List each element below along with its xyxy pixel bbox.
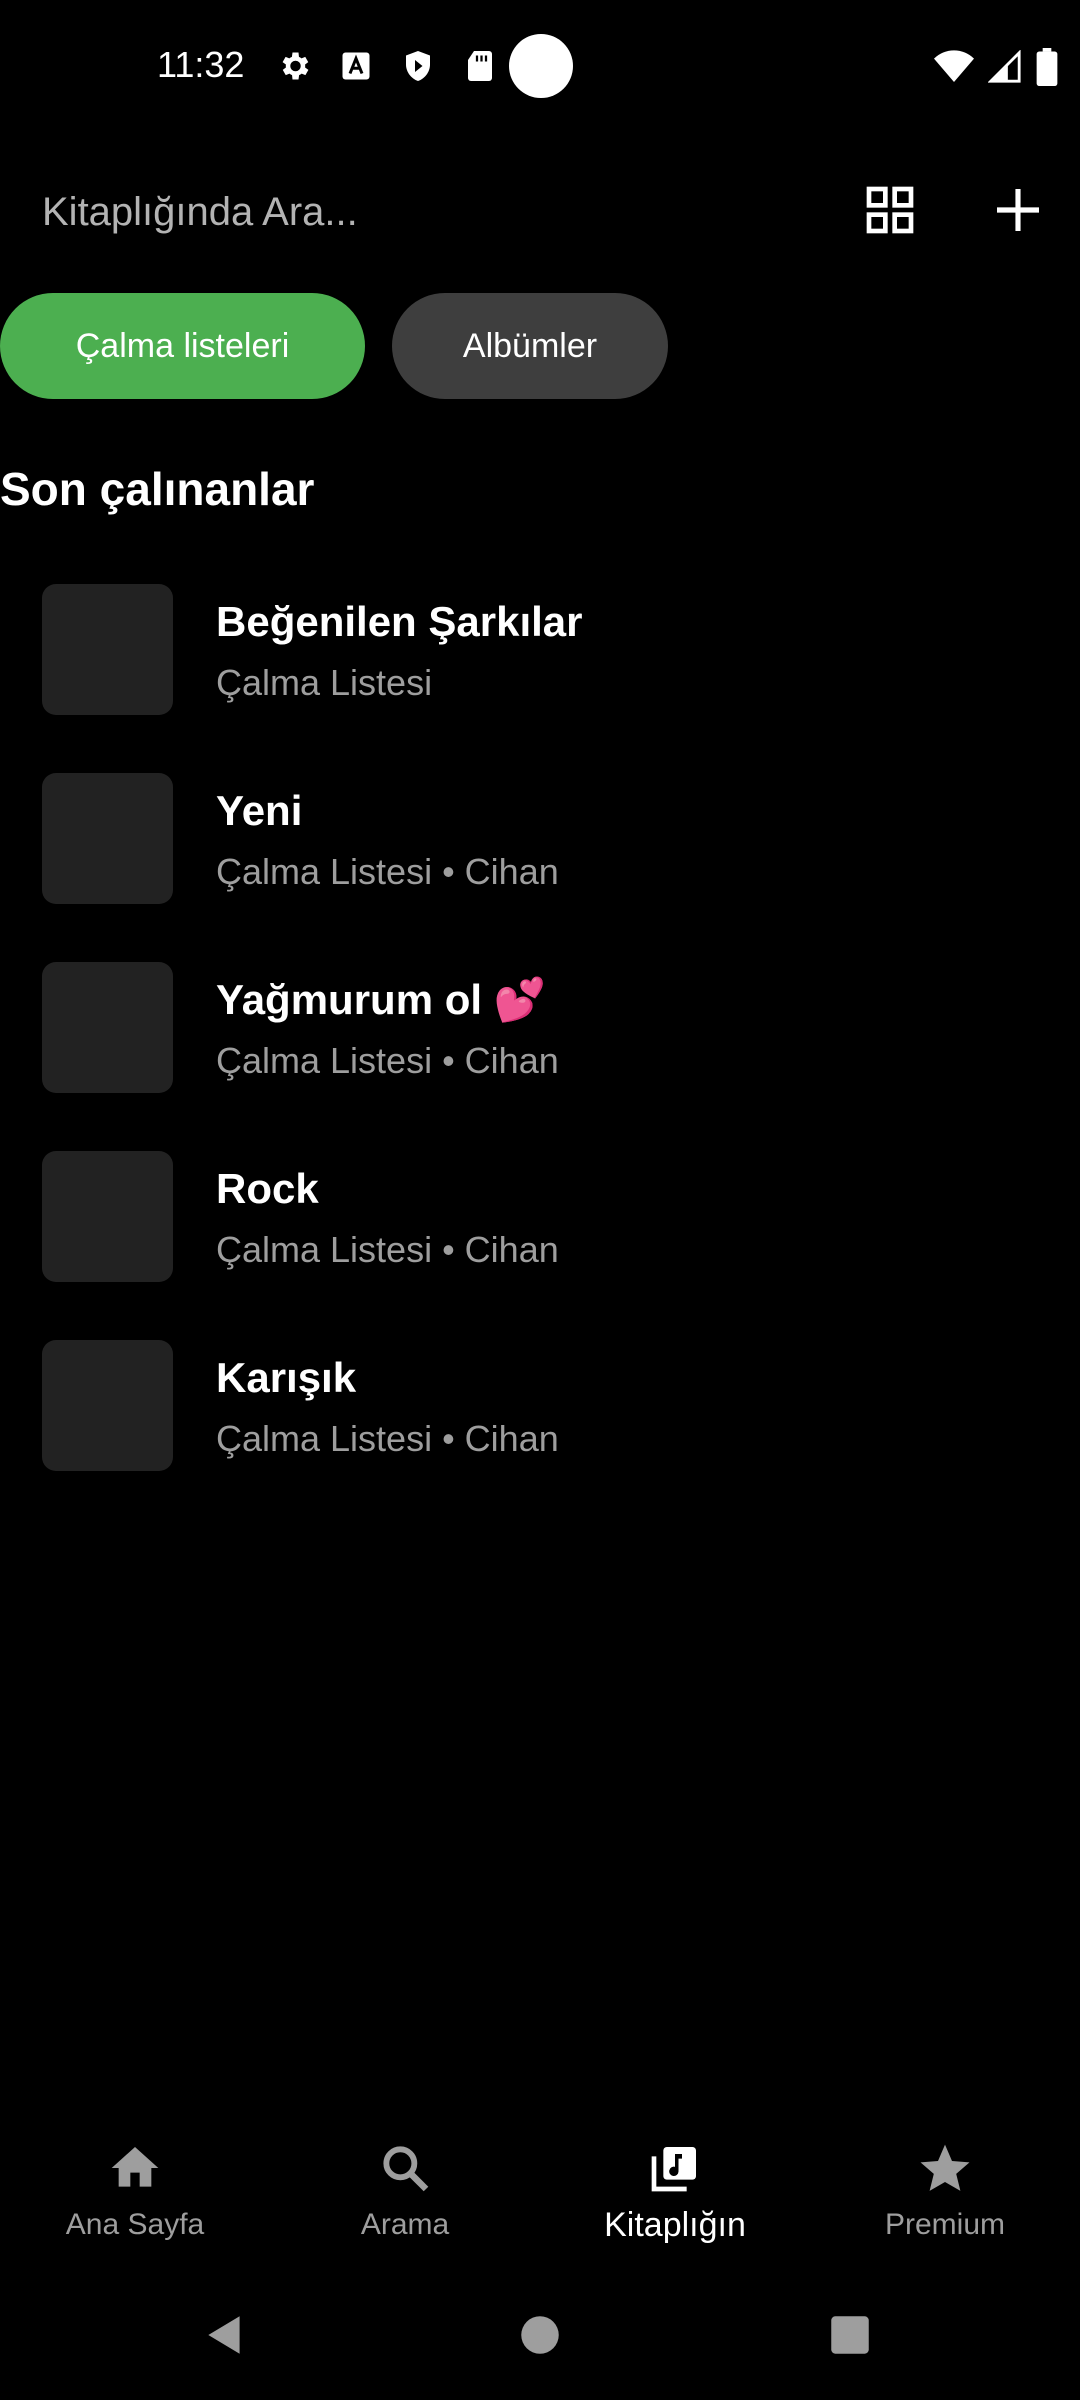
battery-icon <box>1036 48 1058 86</box>
add-icon[interactable] <box>990 182 1046 238</box>
status-bar: 11:32 <box>0 0 1080 135</box>
playlist-cover <box>42 773 173 904</box>
bottom-nav: Ana Sayfa Arama Kitaplığın Premium <box>0 2120 1080 2270</box>
item-title: Yeni <box>216 787 303 834</box>
nav-library-label: Kitaplığın <box>604 2206 746 2244</box>
system-nav-bar <box>0 2290 1080 2380</box>
library-search-input[interactable] <box>42 182 802 242</box>
cell-signal-icon <box>988 50 1021 83</box>
status-icons-right <box>934 48 1058 86</box>
back-icon[interactable] <box>200 2310 250 2360</box>
settings-icon <box>282 52 309 80</box>
camera-cutout <box>509 34 573 98</box>
list-item[interactable]: Rock Çalma Listesi • Cihan <box>0 1137 1080 1326</box>
list-item[interactable]: Yağmurum ol 💕 Çalma Listesi • Cihan <box>0 948 1080 1137</box>
sd-card-icon <box>468 51 492 81</box>
shield-play-icon <box>406 51 430 81</box>
item-title: Rock <box>216 1165 319 1212</box>
search-icon <box>383 2146 429 2192</box>
section-title: Son çalınanlar <box>0 463 315 515</box>
playlist-cover <box>42 1340 173 1471</box>
home-button-icon[interactable] <box>515 2310 565 2360</box>
item-subtitle: Çalma Listesi • Cihan <box>216 851 559 892</box>
item-subtitle: Çalma Listesi • Cihan <box>216 1040 559 1081</box>
list-item[interactable]: Beğenilen Şarkılar Çalma Listesi <box>0 570 1080 759</box>
item-title: Yağmurum ol 💕 <box>216 976 547 1023</box>
item-subtitle: Çalma Listesi • Cihan <box>216 1418 559 1459</box>
recent-list: Beğenilen Şarkılar Çalma Listesi Yeni Ça… <box>0 570 1080 1515</box>
wifi-icon <box>934 50 974 82</box>
item-title: Karışık <box>216 1354 357 1401</box>
nav-search[interactable]: Arama <box>295 2140 515 2260</box>
item-subtitle: Çalma Listesi <box>216 662 433 703</box>
status-time: 11:32 <box>157 44 245 85</box>
playlist-cover <box>42 584 173 715</box>
nav-home[interactable]: Ana Sayfa <box>25 2140 245 2260</box>
font-icon <box>342 52 370 80</box>
playlist-cover <box>42 1151 173 1282</box>
playlist-cover <box>42 962 173 1093</box>
nav-search-label: Arama <box>360 2208 450 2241</box>
item-subtitle: Çalma Listesi • Cihan <box>216 1229 559 1270</box>
chip-albums[interactable]: Albümler <box>392 293 668 399</box>
status-icons-left <box>276 48 498 84</box>
item-title: Beğenilen Şarkılar <box>216 598 583 645</box>
grid-view-icon[interactable] <box>862 182 918 238</box>
nav-home-label: Ana Sayfa <box>65 2208 205 2241</box>
star-icon <box>920 2144 970 2191</box>
nav-library[interactable]: Kitaplığın <box>565 2140 785 2260</box>
nav-premium-label: Premium <box>884 2208 1005 2241</box>
chip-playlists[interactable]: Çalma listeleri <box>0 293 365 399</box>
library-music-icon <box>651 2147 696 2192</box>
home-icon <box>111 2147 159 2187</box>
library-header <box>0 160 1080 260</box>
nav-premium[interactable]: Premium <box>835 2140 1055 2260</box>
list-item[interactable]: Yeni Çalma Listesi • Cihan <box>0 759 1080 948</box>
recents-icon[interactable] <box>825 2310 875 2360</box>
list-item[interactable]: Karışık Çalma Listesi • Cihan <box>0 1326 1080 1515</box>
